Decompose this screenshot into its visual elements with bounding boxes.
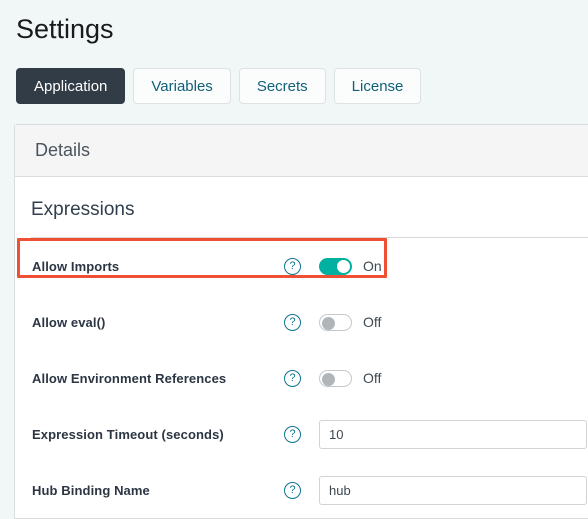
toggle-state-label-allow-eval: Off (363, 314, 382, 330)
section-title-expressions: Expressions (31, 199, 135, 220)
setting-label-allow-imports: Allow Imports (32, 258, 120, 274)
toggle-knob (322, 372, 335, 386)
tab-bar: Application Variables Secrets License (16, 68, 422, 104)
card-header: Details (15, 125, 588, 177)
setting-row-allow-eval: Allow eval() ? Off (15, 294, 588, 350)
toggle-group-allow-environment-references: Off (319, 369, 382, 387)
setting-row-hub-binding-name: Hub Binding Name ? (15, 462, 588, 518)
help-icon[interactable]: ? (284, 313, 301, 331)
tab-license[interactable]: License (333, 68, 422, 104)
tab-application[interactable]: Application (16, 68, 126, 104)
tab-license-label: License (351, 77, 404, 95)
setting-label-allow-eval: Allow eval() (32, 314, 106, 330)
toggle-knob (322, 316, 335, 330)
help-icon[interactable]: ? (284, 425, 301, 443)
help-icon[interactable]: ? (284, 257, 301, 275)
setting-label-hub-binding-name: Hub Binding Name (32, 482, 150, 498)
setting-label-expression-timeout: Expression Timeout (seconds) (32, 426, 224, 442)
toggle-allow-imports[interactable] (319, 257, 352, 275)
expression-timeout-input[interactable] (319, 419, 587, 449)
tab-variables-label: Variables (151, 77, 213, 95)
toggle-allow-eval[interactable] (319, 313, 352, 331)
hub-binding-name-input[interactable] (319, 475, 587, 505)
help-icon[interactable]: ? (284, 369, 301, 387)
settings-rows: Allow Imports ? On Allow eval() ? Off Al… (15, 238, 588, 518)
tab-variables[interactable]: Variables (133, 68, 231, 104)
card-body: Expressions Allow Imports ? On Allow eva… (15, 177, 588, 518)
toggle-state-label-allow-environment-references: Off (363, 370, 382, 386)
setting-row-allow-imports: Allow Imports ? On (15, 238, 588, 294)
settings-page: Settings Application Variables Secrets L… (0, 0, 588, 519)
toggle-state-label-allow-imports: On (363, 258, 382, 274)
tab-secrets[interactable]: Secrets (238, 68, 326, 104)
details-card: Details Expressions Allow Imports ? On A… (14, 124, 588, 519)
card-header-title: Details (35, 140, 91, 160)
setting-label-allow-environment-references: Allow Environment References (32, 370, 227, 386)
toggle-knob (337, 259, 350, 273)
setting-row-expression-timeout: Expression Timeout (seconds) ? (15, 406, 588, 462)
tab-secrets-label: Secrets (256, 77, 308, 95)
toggle-group-allow-eval: Off (319, 313, 382, 331)
tab-application-label: Application (34, 77, 108, 95)
help-icon[interactable]: ? (284, 481, 301, 499)
setting-row-allow-environment-references: Allow Environment References ? Off (15, 350, 588, 406)
toggle-group-allow-imports: On (319, 257, 382, 275)
toggle-allow-environment-references[interactable] (319, 369, 352, 387)
page-title: Settings (16, 14, 114, 44)
